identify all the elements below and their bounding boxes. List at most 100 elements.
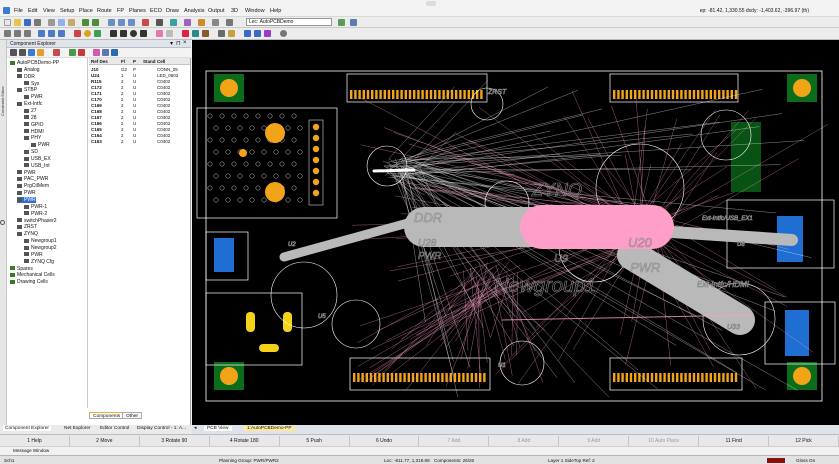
tree-node[interactable]: Newgroup1	[24, 238, 57, 244]
align-right-icon[interactable]	[48, 30, 55, 37]
menu-analysis[interactable]: Analysis	[184, 8, 204, 14]
tree-node[interactable]: PWR	[17, 190, 36, 196]
refresh-tree-icon[interactable]	[102, 49, 109, 56]
filter-icon[interactable]	[228, 30, 235, 37]
grid-cell[interactable]: C0402	[157, 85, 170, 90]
tree-node[interactable]: USB_Int	[24, 163, 50, 169]
tree-node[interactable]: switchPhaser2	[17, 218, 57, 224]
align-left-icon[interactable]	[38, 30, 45, 37]
grid-column-header[interactable]: Fl	[121, 59, 125, 64]
export-icon[interactable]	[264, 30, 271, 37]
tab-pcb-view[interactable]: PCB View	[204, 426, 232, 431]
group-icon[interactable]	[192, 30, 199, 37]
tree-node[interactable]: Spares	[10, 266, 33, 272]
grid-cell[interactable]: U	[133, 79, 136, 84]
grid-column-header[interactable]: Ref Des	[91, 59, 108, 64]
menu-output[interactable]: Output	[208, 8, 225, 14]
grid-cell[interactable]: C0402	[157, 127, 170, 132]
cell-icon[interactable]	[202, 30, 209, 37]
grid-cell[interactable]: C165	[91, 127, 102, 132]
grid-cell[interactable]: U24	[91, 73, 99, 78]
tab-design-autopcbdemo[interactable]: 1:AutoPCBDemo-PP	[244, 426, 295, 431]
tab-other[interactable]: Other	[122, 412, 142, 419]
tree-delete-icon[interactable]	[78, 49, 85, 56]
message-window-label[interactable]: Message Window	[13, 448, 49, 453]
settings-icon[interactable]	[280, 30, 287, 37]
pin-icon[interactable]: ▾	[170, 40, 173, 47]
grid-cell[interactable]: U	[133, 127, 136, 132]
grid-cell[interactable]: 2	[121, 133, 124, 138]
via-icon[interactable]	[84, 30, 91, 37]
grid-cell[interactable]: U	[133, 91, 136, 96]
tree-node[interactable]: PWR-2	[24, 211, 47, 217]
menu-help[interactable]: Help	[270, 8, 281, 14]
tab-component-explorer[interactable]: Component Explorer	[3, 426, 51, 431]
grid-cell[interactable]: C168	[91, 109, 102, 114]
tree-node[interactable]: Ext-Intfc	[17, 101, 42, 107]
grid-cell[interactable]: C171	[91, 91, 102, 96]
tree-node[interactable]: HDMI	[24, 129, 44, 135]
grid-cell[interactable]: R115	[91, 79, 102, 84]
grid-cell[interactable]: 2	[121, 139, 124, 144]
zoom-fit-icon[interactable]	[128, 19, 135, 26]
top-search-icon[interactable]	[426, 1, 436, 6]
save-icon[interactable]	[24, 19, 31, 26]
function-key[interactable]: 6 Undo	[350, 436, 420, 446]
move-icon[interactable]	[4, 30, 11, 37]
snap-icon[interactable]	[218, 30, 225, 37]
grid-cell[interactable]: C167	[91, 115, 102, 120]
grid-cell[interactable]: LED_0603	[157, 73, 178, 78]
highlight-selected-icon[interactable]	[93, 49, 100, 56]
menu-route[interactable]: Route	[97, 8, 112, 14]
grid-cell[interactable]: C169	[91, 103, 102, 108]
status-gloss[interactable]: Gloss On	[796, 458, 815, 463]
nav-left-icon[interactable]: ◂	[194, 426, 196, 431]
function-key[interactable]: 5 Push	[280, 436, 350, 446]
grid-cell[interactable]: C166	[91, 121, 102, 126]
menu-view[interactable]: View	[43, 8, 55, 14]
tree-node[interactable]: USB_EX	[24, 156, 51, 162]
tree-add-icon[interactable]	[69, 49, 76, 56]
route-icon[interactable]	[170, 19, 177, 26]
select-icon[interactable]	[156, 19, 163, 26]
grid-cell[interactable]: C170	[91, 97, 102, 102]
highlight-icon[interactable]	[156, 30, 163, 37]
tree-node[interactable]: PWR	[17, 197, 36, 203]
grid-cell[interactable]: C0402	[157, 103, 170, 108]
unhighlight-icon[interactable]	[166, 30, 173, 37]
collapse-icon[interactable]	[19, 49, 26, 56]
grid-cell[interactable]: C0402	[157, 97, 170, 102]
open-icon[interactable]	[14, 19, 21, 26]
menu-setup[interactable]: Setup	[60, 8, 74, 14]
net-icon[interactable]	[182, 30, 189, 37]
grid-cell[interactable]: U	[133, 103, 136, 108]
tree-node[interactable]: PAC_PWR	[17, 176, 48, 182]
tree-node[interactable]: PWR	[31, 142, 50, 148]
tab-components[interactable]: Components	[89, 412, 125, 419]
grid-cell[interactable]: U	[133, 115, 136, 120]
function-key[interactable]: 9 Add	[559, 436, 630, 446]
grid-cell[interactable]: 2	[121, 79, 124, 84]
place-icon[interactable]	[184, 19, 191, 26]
grid-column-header[interactable]: Cell	[157, 59, 165, 64]
menu-edit[interactable]: Edit	[28, 8, 37, 14]
grid-icon[interactable]	[212, 19, 219, 26]
drc-icon[interactable]	[198, 19, 205, 26]
zoom-in-icon[interactable]	[108, 19, 115, 26]
function-key[interactable]: 7 Add	[420, 436, 490, 446]
grid-cell[interactable]: C172	[91, 85, 102, 90]
grid-cell[interactable]: 2	[121, 97, 124, 102]
function-key[interactable]: 12 Pick	[769, 436, 839, 446]
function-key[interactable]: 2 Move	[70, 436, 140, 446]
tree-node[interactable]: DDR	[17, 74, 35, 80]
grid-cell[interactable]: C0402	[157, 133, 170, 138]
close-icon[interactable]: ×	[183, 40, 187, 46]
grid-cell[interactable]: 2	[121, 109, 124, 114]
function-key[interactable]: 11 Find	[699, 436, 770, 446]
cut-icon[interactable]	[48, 19, 55, 26]
tree-node[interactable]: Analog	[17, 67, 40, 73]
auto-hide-icon[interactable]: ⊓	[176, 40, 181, 47]
grid-column-header[interactable]: P	[133, 59, 136, 64]
arc-icon[interactable]	[130, 30, 137, 37]
expand-icon[interactable]	[10, 49, 17, 56]
